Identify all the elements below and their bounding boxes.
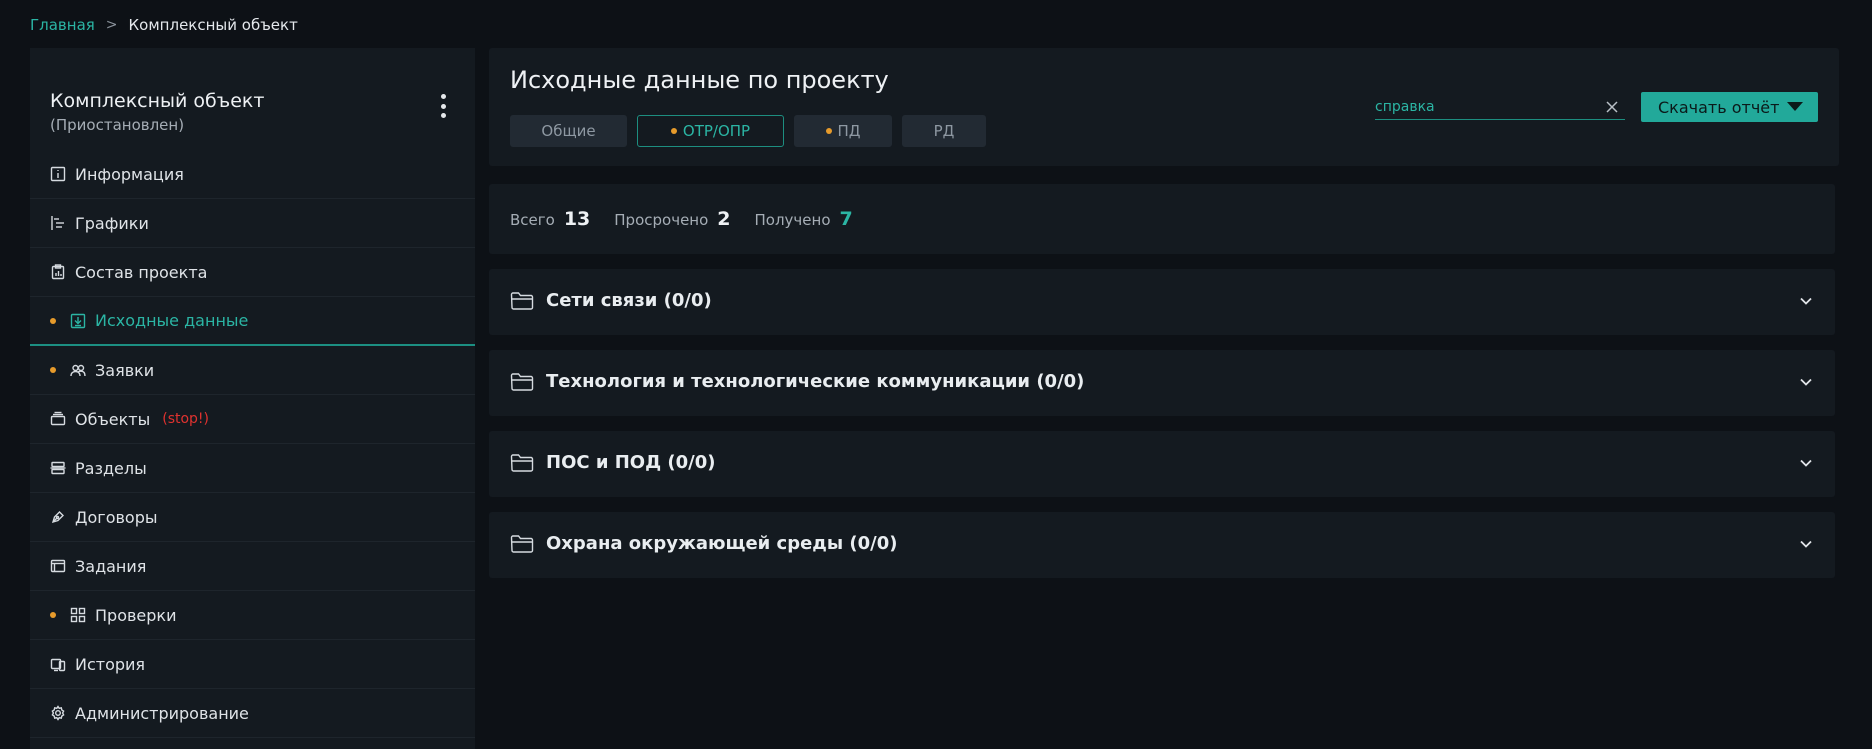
received-value: 7 — [839, 208, 853, 230]
sidebar-nav: Информация Графики Состав проекта Исходн… — [30, 150, 475, 738]
section-accordion[interactable]: Сети связи (0/0) — [489, 269, 1835, 335]
sidebar-item-label: Состав проекта — [75, 262, 208, 282]
total-label: Всего — [510, 211, 555, 229]
layers-icon — [49, 459, 67, 477]
sidebar-item-objects[interactable]: Объекты (stop!) — [30, 395, 475, 444]
folder-icon — [510, 292, 534, 310]
sidebar-item-label: Администрирование — [75, 703, 249, 723]
sidebar-item-requests[interactable]: Заявки — [30, 346, 475, 395]
chevron-down-icon[interactable] — [1799, 537, 1813, 551]
sidebar: Комплексный объект (Приостановлен) Инфор… — [30, 48, 475, 749]
tab-label: ОТР/ОПР — [682, 122, 751, 140]
status-dot — [825, 128, 832, 134]
gantt-icon — [49, 214, 67, 232]
sidebar-item-label: Информация — [75, 164, 184, 184]
sidebar-item-label: Проверки — [95, 605, 177, 625]
page-title: Исходные данные по проекту — [510, 66, 889, 94]
section-accordion[interactable]: Охрана окружающей среды (0/0) — [489, 512, 1835, 578]
project-title: Комплексный объект — [50, 90, 265, 112]
tab-general[interactable]: Общие — [510, 115, 627, 147]
stats-card: Всего 13 Просрочено 2 Получено 7 — [489, 184, 1835, 254]
folder-icon — [510, 373, 534, 391]
status-dot — [50, 612, 56, 618]
breadcrumb-separator: > — [105, 17, 118, 33]
caret-down-icon — [1787, 102, 1803, 111]
download-box-icon — [69, 312, 87, 330]
folder-icon — [510, 454, 534, 472]
header-card: Исходные данные по проекту Общие ОТР/ОПР… — [489, 48, 1839, 166]
sidebar-item-source-data[interactable]: Исходные данные — [30, 297, 475, 346]
sidebar-item-sections[interactable]: Разделы — [30, 444, 475, 493]
search-field — [1375, 96, 1625, 120]
sidebar-item-tasks[interactable]: Задания — [30, 542, 475, 591]
window-icon — [49, 557, 67, 575]
breadcrumb-home-link[interactable]: Главная — [30, 16, 95, 34]
sidebar-item-label: Заявки — [95, 360, 155, 380]
tab-otr-opr[interactable]: ОТР/ОПР — [637, 115, 784, 147]
breadcrumb-current: Комплексный объект — [128, 16, 298, 34]
chevron-down-icon[interactable] — [1799, 456, 1813, 470]
stats: Всего 13 Просрочено 2 Получено 7 — [510, 208, 877, 230]
section-title: ПОС и ПОД (0/0) — [546, 452, 716, 473]
sidebar-item-checks[interactable]: Проверки — [30, 591, 475, 640]
download-report-button[interactable]: Скачать отчёт — [1641, 92, 1818, 122]
sidebar-item-label: Исходные данные — [95, 311, 249, 330]
received-label: Получено — [754, 211, 831, 229]
section-title: Технология и технологические коммуникаци… — [546, 371, 1085, 392]
download-report-label: Скачать отчёт — [1658, 97, 1780, 117]
section-title: Сети связи (0/0) — [546, 290, 712, 311]
stack-box-icon — [49, 410, 67, 428]
users-icon — [69, 361, 87, 379]
sidebar-item-label: Объекты — [75, 409, 151, 429]
clipboard-chart-icon — [49, 263, 67, 281]
sidebar-item-history[interactable]: История — [30, 640, 475, 689]
stop-tag: (stop!) — [162, 411, 210, 427]
breadcrumb: Главная > Комплексный объект — [30, 14, 298, 36]
sidebar-item-label: Задания — [75, 556, 147, 576]
overdue-value: 2 — [717, 208, 731, 230]
tab-pd[interactable]: ПД — [794, 115, 892, 147]
section-accordion[interactable]: ПОС и ПОД (0/0) — [489, 431, 1835, 497]
close-icon[interactable] — [1605, 100, 1619, 114]
sidebar-item-project-structure[interactable]: Состав проекта — [30, 248, 475, 297]
sidebar-item-label: Договоры — [75, 507, 158, 527]
section-title: Охрана окружающей среды (0/0) — [546, 533, 898, 554]
sidebar-item-label: Графики — [75, 213, 149, 233]
status-dot — [50, 318, 56, 324]
sidebar-item-info[interactable]: Информация — [30, 150, 475, 199]
project-status: (Приостановлен) — [50, 116, 185, 134]
folder-icon — [510, 535, 534, 553]
grid-check-icon — [69, 606, 87, 624]
chevron-down-icon[interactable] — [1799, 375, 1813, 389]
gear-icon — [49, 704, 67, 722]
overdue-label: Просрочено — [614, 211, 709, 229]
tabs: Общие ОТР/ОПР ПД РД — [510, 115, 986, 147]
section-accordion[interactable]: Технология и технологические коммуникаци… — [489, 350, 1835, 416]
sidebar-item-label: История — [75, 654, 146, 674]
info-icon — [49, 165, 67, 183]
sidebar-item-label: Разделы — [75, 458, 147, 478]
total-value: 13 — [563, 208, 591, 230]
sidebar-item-contracts[interactable]: Договоры — [30, 493, 475, 542]
kebab-vertical-icon[interactable] — [437, 94, 449, 118]
status-dot — [50, 367, 56, 373]
search-input[interactable] — [1375, 96, 1595, 118]
devices-icon — [49, 655, 67, 673]
tab-label: Общие — [541, 122, 596, 140]
tab-label: ПД — [837, 122, 861, 140]
tab-label: РД — [933, 122, 955, 140]
tab-rd[interactable]: РД — [902, 115, 986, 147]
sidebar-item-charts[interactable]: Графики — [30, 199, 475, 248]
chevron-down-icon[interactable] — [1799, 294, 1813, 308]
pen-icon — [49, 508, 67, 526]
status-dot — [670, 128, 677, 134]
sidebar-header: Комплексный объект (Приостановлен) — [30, 48, 475, 150]
sidebar-item-admin[interactable]: Администрирование — [30, 689, 475, 738]
